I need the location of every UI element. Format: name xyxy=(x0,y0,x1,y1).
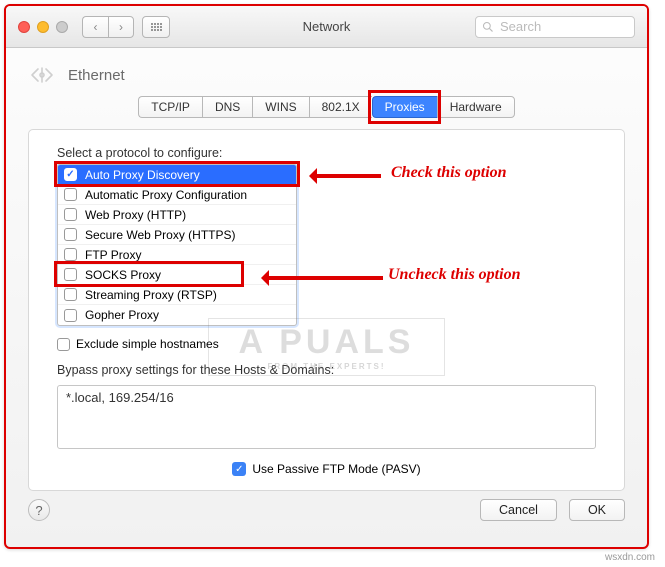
chevron-right-icon: › xyxy=(119,20,123,34)
zoom-window-button[interactable] xyxy=(56,21,68,33)
close-window-button[interactable] xyxy=(18,21,30,33)
tab-8021x[interactable]: 802.1X xyxy=(309,96,372,118)
protocol-label: Secure Web Proxy (HTTPS) xyxy=(85,228,235,242)
pasv-row[interactable]: ✓ Use Passive FTP Mode (PASV) xyxy=(57,462,596,476)
back-button[interactable]: ‹ xyxy=(82,16,108,38)
site-credit: wsxdn.com xyxy=(605,552,655,563)
checkbox-streaming-proxy[interactable] xyxy=(64,288,77,301)
pasv-label: Use Passive FTP Mode (PASV) xyxy=(252,462,420,476)
checkbox-exclude-hostnames[interactable] xyxy=(57,338,70,351)
protocol-label: Web Proxy (HTTP) xyxy=(85,208,186,222)
question-icon: ? xyxy=(35,503,42,518)
bypass-label: Bypass proxy settings for these Hosts & … xyxy=(57,363,596,377)
window-title: Network xyxy=(303,19,351,34)
tab-wins[interactable]: WINS xyxy=(252,96,308,118)
checkbox-auto-config[interactable] xyxy=(64,188,77,201)
exclude-hostnames-label: Exclude simple hostnames xyxy=(76,337,219,351)
show-all-button[interactable] xyxy=(142,16,170,38)
protocol-list[interactable]: Auto Proxy Discovery Automatic Proxy Con… xyxy=(57,164,297,326)
checkbox-web-proxy[interactable] xyxy=(64,208,77,221)
select-protocol-label: Select a protocol to configure: xyxy=(57,146,596,160)
breadcrumb-label: Ethernet xyxy=(68,67,125,84)
checkbox-gopher-proxy[interactable] xyxy=(64,309,77,322)
protocol-gopher-proxy[interactable]: Gopher Proxy xyxy=(58,305,296,325)
proxies-panel: Select a protocol to configure: Auto Pro… xyxy=(28,129,625,491)
tab-hardware[interactable]: Hardware xyxy=(437,96,515,118)
search-placeholder: Search xyxy=(500,19,541,34)
protocol-auto-discovery[interactable]: Auto Proxy Discovery xyxy=(58,165,296,185)
dialog-footer: ? Cancel OK xyxy=(6,491,647,535)
grid-icon xyxy=(151,23,162,31)
protocol-web-proxy[interactable]: Web Proxy (HTTP) xyxy=(58,205,296,225)
nav-buttons: ‹ › xyxy=(82,16,134,38)
window-controls xyxy=(18,21,68,33)
tab-proxies[interactable]: Proxies xyxy=(372,96,437,118)
tab-bar: TCP/IP DNS WINS 802.1X Proxies Hardware xyxy=(6,96,647,118)
protocol-label: Automatic Proxy Configuration xyxy=(85,188,247,202)
window-frame: ‹ › Network Search Ethernet TCP/IP xyxy=(4,4,649,549)
cancel-button[interactable]: Cancel xyxy=(480,499,557,521)
ok-button[interactable]: OK xyxy=(569,499,625,521)
tab-tcpip[interactable]: TCP/IP xyxy=(138,96,202,118)
checkbox-socks-proxy[interactable] xyxy=(64,268,77,281)
search-icon xyxy=(482,21,494,33)
protocol-socks-proxy[interactable]: SOCKS Proxy xyxy=(58,265,296,285)
checkbox-secure-web-proxy[interactable] xyxy=(64,228,77,241)
search-field[interactable]: Search xyxy=(475,16,635,38)
help-button[interactable]: ? xyxy=(28,499,50,521)
protocol-label: Gopher Proxy xyxy=(85,308,159,322)
protocol-label: Streaming Proxy (RTSP) xyxy=(85,288,217,302)
checkbox-auto-discovery[interactable] xyxy=(64,168,77,181)
protocol-ftp-proxy[interactable]: FTP Proxy xyxy=(58,245,296,265)
chevron-left-icon: ‹ xyxy=(94,20,98,34)
protocol-streaming-proxy[interactable]: Streaming Proxy (RTSP) xyxy=(58,285,296,305)
minimize-window-button[interactable] xyxy=(37,21,49,33)
breadcrumb: Ethernet xyxy=(6,48,647,92)
checkbox-pasv[interactable]: ✓ xyxy=(232,462,246,476)
bypass-textarea[interactable] xyxy=(57,385,596,449)
checkbox-ftp-proxy[interactable] xyxy=(64,248,77,261)
protocol-label: SOCKS Proxy xyxy=(85,268,161,282)
exclude-hostnames-row[interactable]: Exclude simple hostnames xyxy=(57,337,596,351)
protocol-auto-config[interactable]: Automatic Proxy Configuration xyxy=(58,185,296,205)
titlebar: ‹ › Network Search xyxy=(6,6,647,48)
protocol-label: FTP Proxy xyxy=(85,248,141,262)
forward-button[interactable]: › xyxy=(108,16,134,38)
protocol-label: Auto Proxy Discovery xyxy=(85,168,200,182)
protocol-secure-web-proxy[interactable]: Secure Web Proxy (HTTPS) xyxy=(58,225,296,245)
tab-dns[interactable]: DNS xyxy=(202,96,252,118)
ethernet-icon xyxy=(28,64,56,86)
